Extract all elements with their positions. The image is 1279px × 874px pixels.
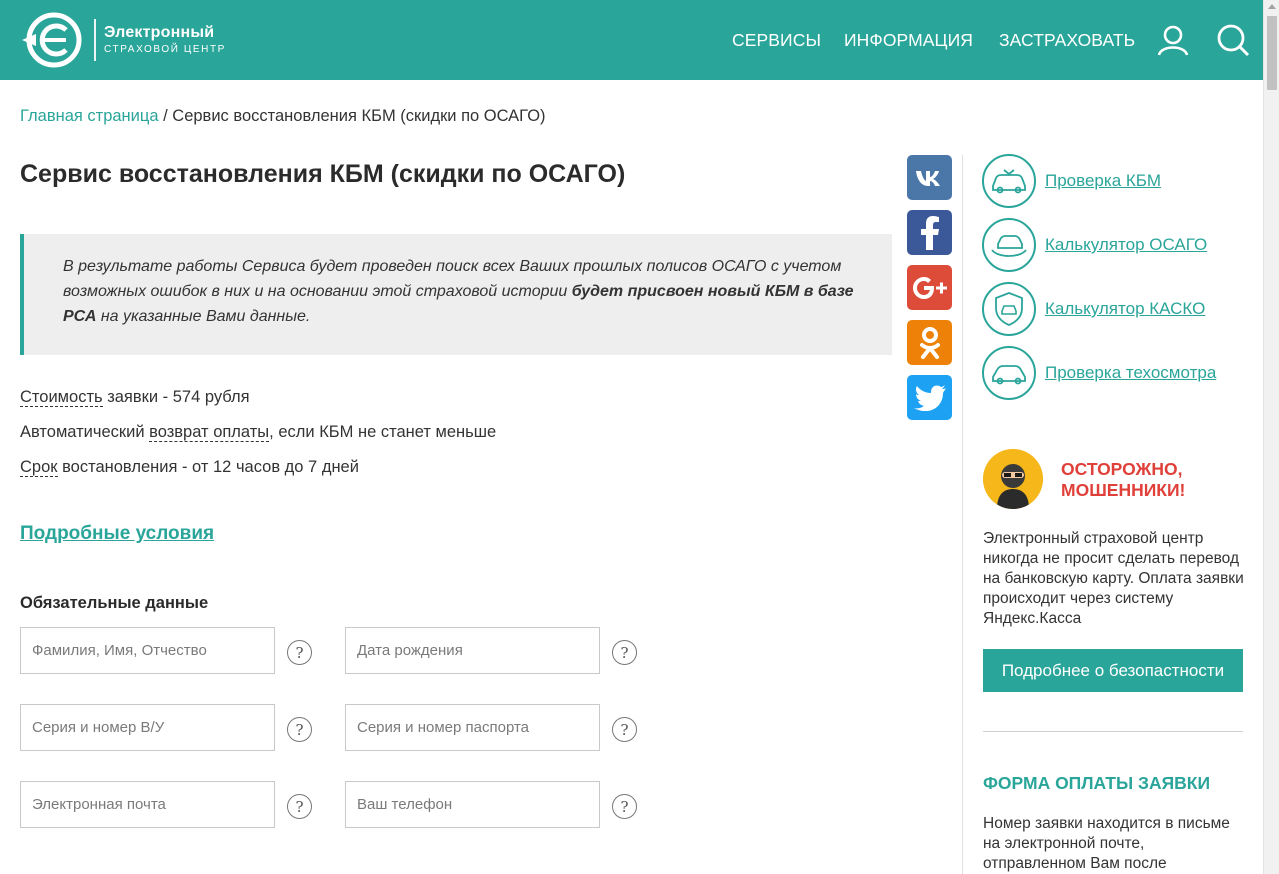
page-title: Сервис восстановления КБМ (скидки по ОСА… bbox=[20, 160, 626, 188]
logo-mark-icon bbox=[22, 12, 82, 68]
car-check-icon bbox=[982, 154, 1036, 208]
site-logo[interactable]: Электронный СТРАХОВОЙ ЦЕНТР bbox=[20, 12, 230, 68]
nav-services[interactable]: СЕРВИСЫ bbox=[732, 30, 821, 51]
form-heading: Обязательные данные bbox=[20, 594, 209, 612]
refund-line: Автоматический возврат оплаты, если КБМ … bbox=[20, 423, 496, 442]
phone-help-icon[interactable]: ? bbox=[612, 794, 637, 819]
share-vk-button[interactable] bbox=[907, 155, 952, 200]
sidebar-link-label[interactable]: Проверка техосмотра bbox=[1045, 363, 1216, 383]
refund-after: , если КБМ не станет меньше bbox=[269, 423, 497, 441]
logo-line2: СТРАХОВОЙ ЦЕНТР bbox=[104, 44, 226, 55]
sidebar-link-label[interactable]: Калькулятор КАСКО bbox=[1045, 299, 1205, 319]
nav-information[interactable]: ИНФОРМАЦИЯ bbox=[844, 30, 973, 51]
birthdate-help-icon[interactable]: ? bbox=[612, 640, 637, 665]
logo-divider bbox=[94, 19, 96, 61]
share-google-plus-button[interactable] bbox=[907, 265, 952, 310]
sidebar-separator bbox=[983, 731, 1243, 732]
sidebar-link-kasko-calc[interactable]: Калькулятор КАСКО bbox=[982, 282, 1205, 336]
cost-rest: заявки - 574 рубля bbox=[102, 388, 250, 406]
fraudster-avatar bbox=[983, 449, 1043, 509]
breadcrumb-current: Сервис восстановления КБМ (скидки по ОСА… bbox=[172, 107, 546, 125]
car-hand-icon bbox=[982, 218, 1036, 272]
sidebar-link-kbm-check[interactable]: Проверка КБМ bbox=[982, 154, 1161, 208]
cost-term[interactable]: Стоимость bbox=[20, 388, 103, 407]
period-line: Срок востановления - от 12 часов до 7 дн… bbox=[20, 458, 359, 477]
breadcrumb-separator: / bbox=[158, 107, 173, 125]
odnoklassniki-icon bbox=[919, 326, 940, 359]
notice-text-after: на указанные Вами данные. bbox=[96, 308, 311, 325]
fraud-title-line2: МОШЕННИКИ! bbox=[1061, 480, 1186, 500]
payment-form-text: Номер заявки находится в письме на элект… bbox=[983, 815, 1230, 872]
phone-input[interactable] bbox=[345, 781, 600, 828]
share-odnoklassniki-button[interactable] bbox=[907, 320, 952, 365]
fio-input[interactable] bbox=[20, 627, 275, 674]
car-icon bbox=[982, 346, 1036, 400]
site-header: Электронный СТРАХОВОЙ ЦЕНТР СЕРВИСЫ ИНФО… bbox=[0, 0, 1263, 80]
facebook-icon bbox=[920, 215, 939, 250]
sidebar-link-inspection-check[interactable]: Проверка техосмотра bbox=[982, 346, 1216, 400]
logo-text: Электронный СТРАХОВОЙ ЦЕНТР bbox=[104, 25, 226, 55]
refund-before: Автоматический bbox=[20, 423, 150, 441]
sidebar-link-osago-calc[interactable]: Калькулятор ОСАГО bbox=[982, 218, 1207, 272]
nav-insure[interactable]: ЗАСТРАХОВАТЬ bbox=[999, 30, 1135, 51]
license-help-icon[interactable]: ? bbox=[287, 717, 312, 742]
safety-more-button[interactable]: Подробнее о безопастности bbox=[983, 649, 1243, 692]
breadcrumb: Главная страница / Сервис восстановления… bbox=[20, 107, 546, 126]
sidebar-divider bbox=[962, 155, 963, 874]
email-help-icon[interactable]: ? bbox=[287, 794, 312, 819]
scroll-thumb[interactable] bbox=[1267, 16, 1277, 90]
email-input[interactable] bbox=[20, 781, 275, 828]
share-facebook-button[interactable] bbox=[907, 210, 952, 255]
period-term[interactable]: Срок bbox=[20, 458, 58, 477]
share-twitter-button[interactable] bbox=[907, 375, 952, 420]
birthdate-input[interactable] bbox=[345, 627, 600, 674]
fraud-title-line1: ОСТОРОЖНО, bbox=[1061, 459, 1183, 479]
license-input[interactable] bbox=[20, 704, 275, 751]
cost-line: Стоимость заявки - 574 рубля bbox=[20, 388, 250, 407]
passport-help-icon[interactable]: ? bbox=[612, 717, 637, 742]
notice-box: В результате работы Сервиса будет провед… bbox=[20, 234, 892, 355]
google-plus-icon bbox=[912, 276, 947, 299]
breadcrumb-home-link[interactable]: Главная страница bbox=[20, 107, 159, 125]
fraud-warning-title: ОСТОРОЖНО, МОШЕННИКИ! bbox=[1061, 459, 1241, 501]
user-icon[interactable] bbox=[1156, 23, 1190, 57]
refund-term[interactable]: возврат оплаты bbox=[149, 423, 270, 442]
details-link[interactable]: Подробные условия bbox=[20, 523, 214, 545]
passport-input[interactable] bbox=[345, 704, 600, 751]
scroll-up-icon[interactable] bbox=[1268, 4, 1276, 9]
sidebar-link-label[interactable]: Проверка КБМ bbox=[1045, 171, 1161, 191]
fraud-warning-text: Электронный страховой центр никогда не п… bbox=[983, 530, 1244, 627]
sidebar-link-label[interactable]: Калькулятор ОСАГО bbox=[1045, 235, 1207, 255]
car-shield-icon bbox=[982, 282, 1036, 336]
page-scrollbar[interactable] bbox=[1263, 0, 1279, 874]
twitter-icon bbox=[913, 384, 946, 411]
period-rest: востановления - от 12 часов до 7 дней bbox=[57, 458, 359, 476]
fio-help-icon[interactable]: ? bbox=[287, 640, 312, 665]
logo-line1: Электронный bbox=[104, 24, 215, 41]
search-icon[interactable] bbox=[1216, 23, 1250, 57]
payment-form-title: ФОРМА ОПЛАТЫ ЗАЯВКИ bbox=[983, 773, 1211, 793]
vk-icon bbox=[915, 170, 940, 186]
